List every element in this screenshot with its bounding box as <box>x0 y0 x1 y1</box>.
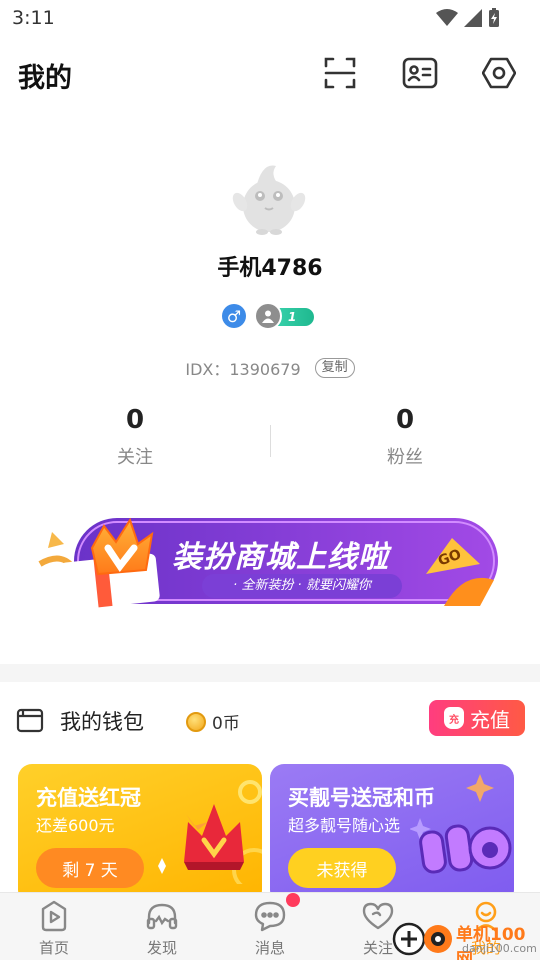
recharge-crown-card[interactable]: 充值送红冠 还差600元 剩 7 天 <box>18 764 262 904</box>
id-card-icon[interactable] <box>402 55 438 91</box>
tab-home[interactable]: 首页 <box>0 893 108 960</box>
wallet-icon <box>16 708 44 733</box>
recharge-button[interactable]: 充 充值 <box>429 700 525 736</box>
scan-icon[interactable] <box>322 55 358 91</box>
profile-page: 3:11 我的 手机4786 ♂ 1 IDX：1390679 复制 0 关注 0… <box>0 0 540 960</box>
following-stat[interactable]: 0 关注 <box>35 405 235 469</box>
user-silhouette-icon <box>254 302 282 330</box>
days-left-button[interactable]: 剩 7 天 <box>36 848 144 888</box>
gender-symbol: ♂ <box>226 306 242 326</box>
site-watermark: 单机100网 danji100.com <box>392 916 540 960</box>
coin-icon <box>186 711 206 732</box>
recharge-label: 充值 <box>470 707 510 732</box>
banner-title: 装扮商城上线啦 <box>172 540 389 575</box>
tab-label: 首页 <box>38 939 69 957</box>
signal-icon <box>464 9 482 27</box>
watermark-url: danji100.com <box>462 942 537 955</box>
settings-icon[interactable] <box>481 55 517 91</box>
battery-icon <box>489 8 499 27</box>
discover-icon <box>146 903 178 930</box>
card-subtitle: 还差600元 <box>36 816 115 835</box>
wifi-icon <box>436 9 458 26</box>
dressup-mall-banner[interactable]: 装扮商城上线啦 · 全新装扮 · 就要闪耀你 GO <box>34 510 506 614</box>
idx-text: IDX：1390679 <box>185 356 300 380</box>
level-badge[interactable]: 1 <box>254 302 314 330</box>
coin-amount: 0币 <box>212 714 240 734</box>
idx-row: IDX：1390679 复制 <box>0 356 540 380</box>
fans-label: 粉丝 <box>387 447 423 468</box>
following-label: 关注 <box>117 447 153 468</box>
home-play-icon <box>41 900 67 932</box>
profile-badges: ♂ 1 <box>222 302 314 330</box>
banner-subtitle: · 全新装扮 · 就要闪耀你 <box>202 574 402 598</box>
card-title: 充值送红冠 <box>36 786 141 810</box>
idx-value: 1390679 <box>229 360 301 379</box>
watermark-logo-icon <box>392 922 452 956</box>
status-icons <box>436 8 500 28</box>
tab-discover[interactable]: 发现 <box>108 893 216 960</box>
unread-dot <box>286 893 300 907</box>
fans-count: 0 <box>395 405 415 435</box>
copy-button[interactable]: 复制 <box>314 358 355 378</box>
message-icon <box>254 901 286 932</box>
status-time: 3:11 <box>12 7 55 29</box>
wallet-header: 我的钱包 0币 充 充值 <box>0 700 540 740</box>
tab-label: 发现 <box>146 939 177 957</box>
heart-icon <box>362 902 394 930</box>
username: 手机4786 <box>217 256 323 281</box>
wallet-title: 我的钱包 <box>60 710 144 734</box>
coin-balance[interactable]: 0币 <box>186 709 240 734</box>
money-bag-icon: 充 <box>444 707 464 729</box>
idx-label: IDX： <box>185 360 230 379</box>
not-obtained-button[interactable]: 未获得 <box>288 848 396 888</box>
page-title: 我的 <box>18 63 72 94</box>
lucky-number-card[interactable]: 买靓号送冠和币 超多靓号随心选 未获得 <box>270 764 514 904</box>
section-separator <box>0 664 540 682</box>
tab-messages[interactable]: 消息 <box>216 893 324 960</box>
status-bar: 3:11 <box>0 0 540 36</box>
card-subtitle: 超多靓号随心选 <box>288 816 401 835</box>
red-crown-icon <box>158 780 262 884</box>
stats-row: 0 关注 0 粉丝 <box>0 405 540 485</box>
fans-stat[interactable]: 0 粉丝 <box>305 405 505 469</box>
male-gender-icon: ♂ <box>222 304 246 328</box>
tab-label: 消息 <box>254 939 285 957</box>
following-count: 0 <box>125 405 145 435</box>
wallet-section: 我的钱包 0币 充 充值 充值送红冠 还差600元 剩 7 天 买靓号送冠和币 … <box>0 682 540 904</box>
avatar[interactable] <box>232 158 306 236</box>
top-bar: 我的 <box>0 40 540 110</box>
stats-divider <box>270 425 271 457</box>
card-title: 买靓号送冠和币 <box>288 786 435 810</box>
